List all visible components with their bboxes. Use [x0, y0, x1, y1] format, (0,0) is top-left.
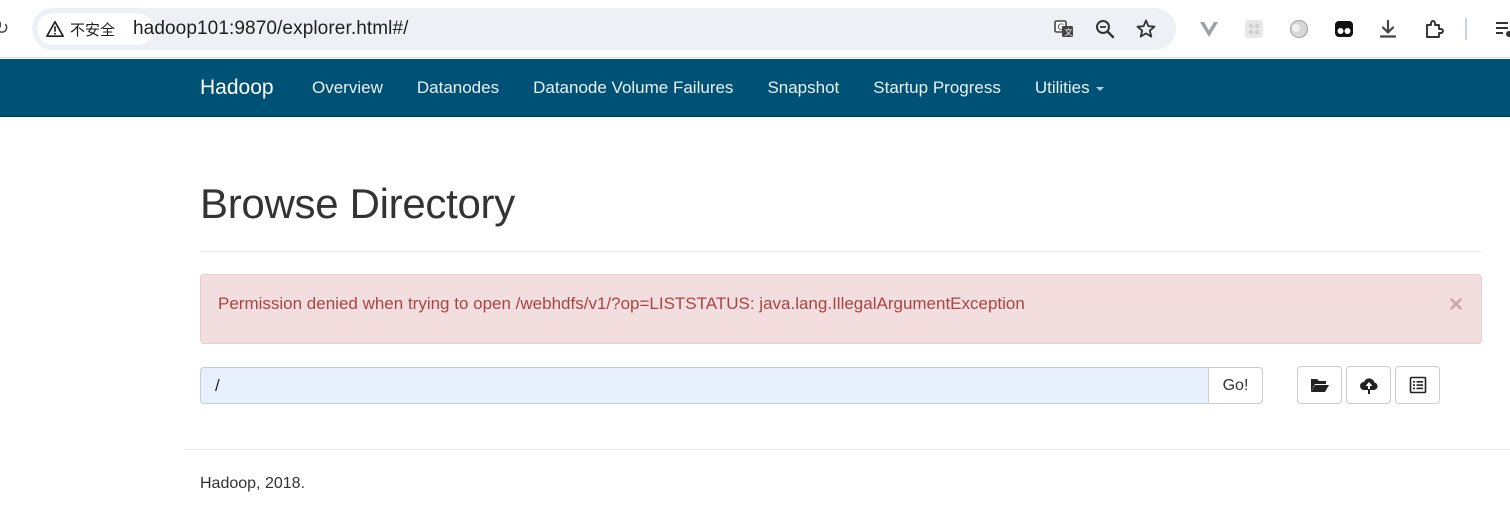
error-alert: Permission denied when trying to open /w… — [200, 274, 1482, 344]
directory-path-input[interactable] — [200, 367, 1209, 404]
footer-divider — [184, 449, 1510, 450]
nav-item-utilities[interactable]: Utilities — [1018, 59, 1121, 117]
reload-icon[interactable]: ↻ — [0, 18, 9, 38]
extension-grid-icon[interactable] — [1243, 18, 1265, 40]
vue-devtools-icon[interactable] — [1198, 18, 1220, 40]
translate-icon[interactable]: G 文 — [1053, 18, 1075, 40]
page-title: Browse Directory — [200, 180, 515, 227]
footer-text: Hadoop, 2018. — [200, 475, 305, 492]
alert-message: Permission denied when trying to open /w… — [218, 294, 1025, 313]
navbar-brand[interactable]: Hadoop — [200, 59, 274, 117]
address-bar[interactable]: 不安全 hadoop101:9870/explorer.html#/ G 文 — [32, 8, 1176, 50]
create-directory-button[interactable] — [1297, 366, 1342, 404]
go-button[interactable]: Go! — [1208, 367, 1263, 404]
browser-toolbar: ↻ 不安全 hadoop101:9870/explorer.html#/ G 文 — [0, 0, 1510, 58]
nav-item-datanodes[interactable]: Datanodes — [400, 59, 516, 117]
nav-item-snapshot[interactable]: Snapshot — [750, 59, 856, 117]
upload-files-button[interactable] — [1346, 366, 1391, 404]
cut-paste-button[interactable] — [1395, 366, 1440, 404]
svg-text:文: 文 — [1065, 27, 1073, 37]
toolbar-divider — [1465, 18, 1467, 40]
media-icon[interactable] — [1494, 18, 1510, 40]
url-text[interactable]: hadoop101:9870/explorer.html#/ — [133, 8, 409, 50]
extension-mask-icon[interactable] — [1333, 18, 1355, 40]
nav-menu: Overview Datanodes Datanode Volume Failu… — [295, 59, 1121, 117]
list-alt-icon — [1409, 376, 1426, 394]
bookmark-star-icon[interactable] — [1135, 18, 1157, 40]
folder-open-icon — [1310, 379, 1329, 392]
cloud-upload-icon — [1359, 378, 1377, 394]
nav-item-utilities-label: Utilities — [1034, 78, 1090, 97]
nav-item-startup-progress[interactable]: Startup Progress — [856, 59, 1018, 117]
nav-item-datanode-volume-failures[interactable]: Datanode Volume Failures — [516, 59, 750, 117]
hadoop-navbar: Hadoop Overview Datanodes Datanode Volum… — [0, 59, 1510, 117]
title-divider — [200, 251, 1481, 252]
nav-item-overview[interactable]: Overview — [295, 59, 400, 117]
download-icon[interactable] — [1377, 18, 1399, 40]
security-label: 不安全 — [70, 21, 116, 39]
close-icon[interactable]: × — [1449, 291, 1463, 319]
caret-down-icon — [1095, 86, 1104, 91]
zoom-icon[interactable] — [1094, 18, 1116, 40]
extensions-puzzle-icon[interactable] — [1423, 18, 1445, 40]
warning-icon — [46, 20, 64, 38]
extension-blob-icon[interactable] — [1288, 18, 1310, 40]
